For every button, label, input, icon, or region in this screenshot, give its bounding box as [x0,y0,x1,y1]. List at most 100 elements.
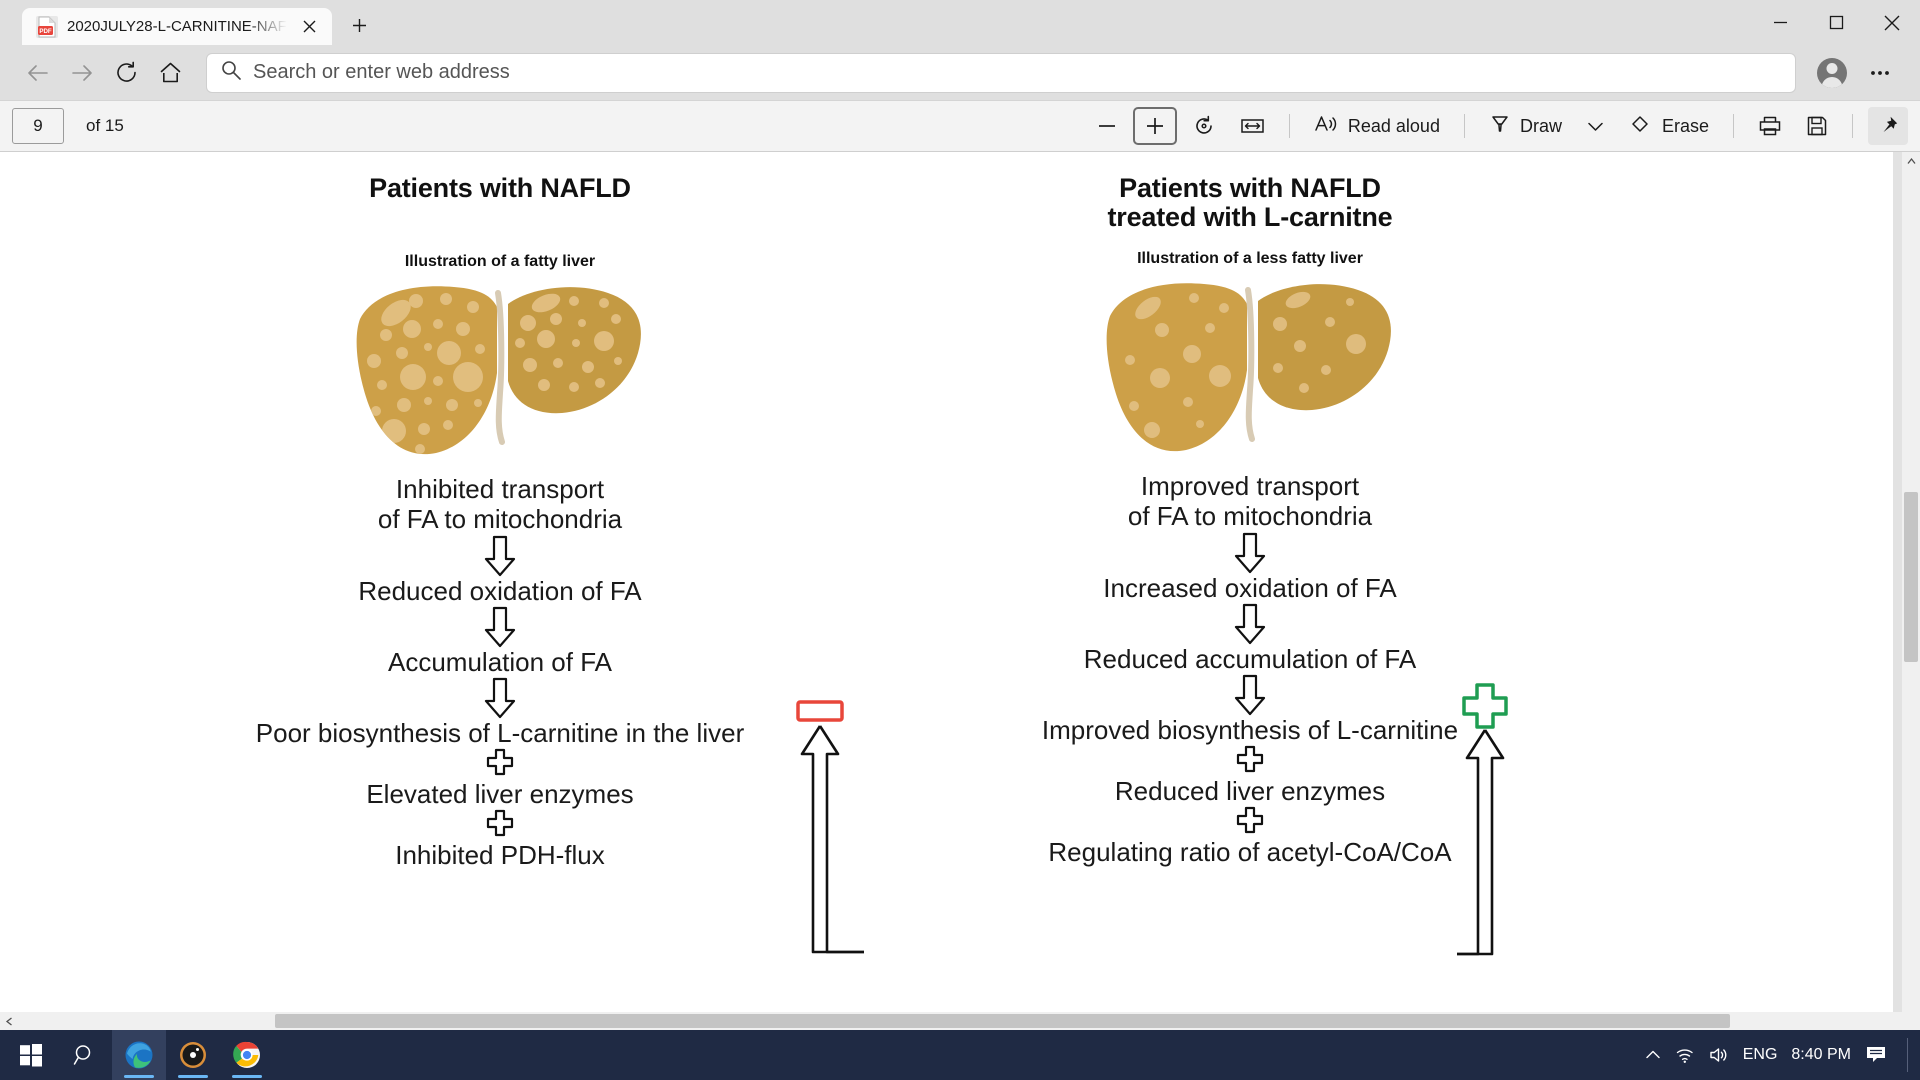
eraser-icon [1630,113,1653,140]
flow-step: Reduced accumulation of FA [1083,643,1417,674]
toolbar-divider [1463,114,1465,138]
windows-taskbar: ENG 8:40 PM [0,1030,1920,1080]
refresh-icon[interactable] [106,53,146,93]
draw-pen-icon [1489,113,1511,140]
liver-illustration-less-fatty [900,274,1600,459]
erase-button[interactable]: Erase [1621,107,1718,145]
svg-text:PDF: PDF [39,28,52,35]
flow-step: Elevated liver enzymes [366,779,634,810]
flow-step: Accumulation of FA [388,646,612,677]
close-icon[interactable] [296,14,322,40]
image-caption-right: Illustration of a less fatty liver [1137,249,1363,267]
vertical-scroll-thumb[interactable] [1904,492,1918,662]
tab-strip: PDF 2020JULY28-L-CARNITINE-NAFLD [0,8,376,45]
tray-divider [1907,1038,1908,1072]
flow-step: Inhibited PDH-flux [395,840,605,871]
draw-dropdown-button[interactable] [1577,107,1615,145]
network-icon[interactable] [1675,1046,1695,1064]
down-arrow-icon [900,603,1600,645]
flow-step: of FA to mitochondria [377,504,623,535]
print-button[interactable] [1749,107,1791,145]
scroll-left-icon[interactable] [0,1016,18,1026]
fit-to-width-button[interactable] [1231,107,1274,145]
navigation-bar: Search or enter web address [0,45,1920,100]
liver-illustration-fatty [150,277,850,462]
flow-left: Inhibited transport of FA to mitochondri… [150,474,850,870]
column-header-right: Patients with NAFLD treated with L-carni… [900,152,1600,232]
taskbar-item-chrome[interactable] [220,1030,274,1080]
volume-icon[interactable] [1709,1046,1729,1064]
read-aloud-label: Read aloud [1347,115,1440,136]
taskbar-item-media-player[interactable] [166,1030,220,1080]
show-hidden-icons-icon[interactable] [1645,1047,1661,1063]
draw-button[interactable]: Draw [1480,107,1571,145]
feedback-loop-left [790,700,870,1000]
column-header-right-line2: treated with L-carnitne [1107,201,1393,232]
scroll-up-icon[interactable] [1902,152,1920,170]
flow-step: Inhibited transport [395,473,605,504]
new-tab-button[interactable] [342,8,376,42]
notifications-icon[interactable] [1865,1045,1887,1065]
pdf-viewport[interactable]: Patients with NAFLD Illustration of a fa… [0,152,1920,1030]
settings-and-more-icon[interactable] [1858,51,1902,95]
search-taskbar-icon[interactable] [58,1030,112,1080]
browser-window: PDF 2020JULY28-L-CARNITINE-NAFLD Search … [0,0,1920,1030]
pdf-file-icon: PDF [36,15,58,38]
zoom-in-button[interactable] [1132,107,1177,145]
column-header-right-line1: Patients with NAFLD [1119,173,1381,203]
clock[interactable]: 8:40 PM [1791,1046,1851,1064]
forward-icon[interactable] [62,53,102,93]
flow-step: of FA to mitochondria [1127,501,1373,532]
image-caption-left: Illustration of a fatty liver [404,252,596,270]
feedback-loop-right [1455,682,1535,1002]
horizontal-scrollbar[interactable] [0,1012,1902,1030]
read-aloud-icon [1314,113,1339,140]
down-arrow-icon [150,535,850,577]
draw-label: Draw [1519,115,1562,136]
avatar [1817,57,1847,88]
maximize-icon[interactable] [1808,0,1864,45]
address-bar-placeholder: Search or enter web address [253,61,510,83]
horizontal-scroll-thumb[interactable] [275,1014,1730,1028]
page-total-label: of 15 [86,116,124,135]
plus-connector-icon [150,748,850,780]
plus-connector-icon [150,809,850,841]
down-arrow-icon [150,606,850,648]
pin-toolbar-button[interactable] [1868,107,1908,145]
system-tray: ENG 8:40 PM [1645,1038,1916,1072]
address-bar[interactable]: Search or enter web address [206,52,1796,93]
home-icon[interactable] [150,53,190,93]
down-arrow-icon [900,532,1600,574]
search-icon [221,60,241,85]
diagram: Patients with NAFLD Illustration of a fa… [0,152,1893,1030]
pdf-toolbar: 9 of 15 Read aloud Draw Erase [0,100,1920,152]
language-indicator[interactable]: ENG [1743,1046,1778,1064]
column-header-left: Patients with NAFLD [369,173,631,203]
page-number-input[interactable]: 9 [12,108,64,144]
pdf-page: Patients with NAFLD Illustration of a fa… [0,152,1893,1030]
zoom-out-button[interactable] [1087,107,1127,145]
back-icon[interactable] [18,53,58,93]
profile-avatar[interactable] [1810,51,1854,95]
start-button[interactable] [4,1030,58,1080]
down-arrow-icon [150,677,850,719]
flow-step: Increased oxidation of FA [1103,572,1397,603]
browser-tab[interactable]: PDF 2020JULY28-L-CARNITINE-NAFLD [22,8,332,45]
rotate-button[interactable] [1183,107,1225,145]
erase-label: Erase [1661,115,1709,136]
close-window-icon[interactable] [1864,0,1920,45]
flow-step: Reduced oxidation of FA [358,575,642,606]
title-bar: PDF 2020JULY28-L-CARNITINE-NAFLD [0,0,1920,45]
read-aloud-button[interactable]: Read aloud [1305,107,1449,145]
flow-step: Improved transport [1140,470,1360,501]
toolbar-divider [1733,114,1734,138]
vertical-scrollbar[interactable] [1902,152,1920,1030]
tab-title: 2020JULY28-L-CARNITINE-NAFLD [67,18,287,35]
toolbar-divider [1288,114,1290,138]
diagram-column-untreated: Patients with NAFLD Illustration of a fa… [150,152,850,870]
window-controls [1752,0,1920,45]
minimize-icon[interactable] [1752,0,1808,45]
flow-step: Poor biosynthesis of L-carnitine in the … [255,717,745,748]
taskbar-item-edge[interactable] [112,1030,166,1080]
save-button[interactable] [1797,107,1837,145]
